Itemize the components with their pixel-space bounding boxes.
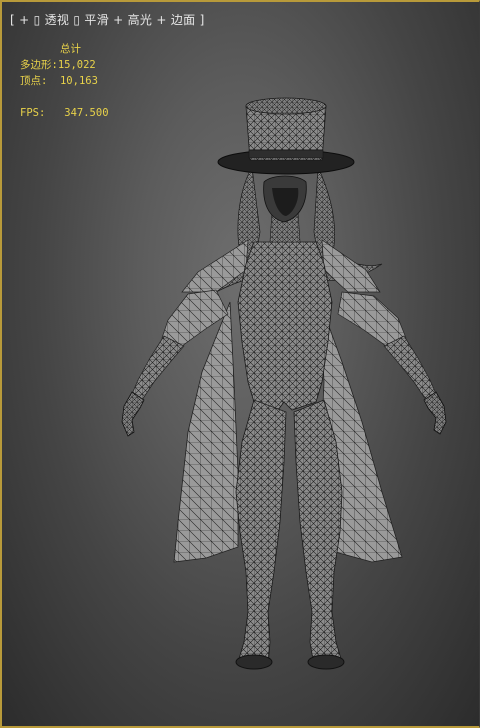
left-leg: [235, 399, 287, 667]
stats-spacer: [20, 89, 109, 105]
stats-fps-label: FPS:: [20, 107, 46, 119]
left-shoe: [235, 654, 273, 670]
label-close-bracket: ]: [199, 13, 205, 27]
hat-top: [245, 97, 327, 115]
viewport-label: [ + ▯ 透视 ▯ 平滑 + 高光 + 边面 ]: [10, 11, 205, 28]
stats-verts-value: 10,163: [59, 75, 98, 87]
label-sep1: ▯: [33, 13, 41, 27]
right-shoe: [307, 654, 345, 670]
viewport-highlight-menu[interactable]: 高光: [128, 13, 153, 27]
label-open-bracket: [: [10, 13, 15, 27]
viewport-shading-menu[interactable]: 平滑: [84, 13, 109, 27]
viewport-perspective[interactable]: [ + ▯ 透视 ▯ 平滑 + 高光 + 边面 ] 总计 多边形:15,022 …: [0, 0, 480, 728]
stats-verts-label: 顶点:: [20, 75, 48, 87]
right-sleeve: [337, 291, 407, 347]
viewport-general-menu[interactable]: +: [19, 13, 29, 27]
viewport-edged-faces-menu[interactable]: 边面: [171, 13, 196, 27]
statistics-overlay: 总计 多边形:15,022 顶点: 10,163 FPS: 347.500: [20, 41, 109, 121]
label-sep2: ▯: [73, 13, 81, 27]
stats-fps-value: 347.500: [64, 107, 109, 119]
stats-verts-row: 顶点: 10,163: [20, 73, 109, 89]
right-forearm: [383, 335, 437, 401]
stats-fps-row: FPS: 347.500: [20, 105, 109, 121]
label-plus2: +: [113, 13, 124, 27]
stats-polys-row: 多边形:15,022: [20, 57, 109, 73]
left-forearm: [131, 335, 185, 401]
right-hand: [423, 391, 447, 435]
stats-polys-value: 15,022: [57, 59, 96, 71]
stats-polys-label: 多边形:: [20, 59, 58, 71]
hat-band: [248, 149, 324, 159]
left-hand: [121, 391, 145, 437]
collar-left: [181, 239, 249, 293]
stats-header: 总计: [60, 43, 81, 55]
torso: [237, 241, 333, 411]
viewport-view-menu[interactable]: 透视: [45, 13, 70, 27]
label-plus3: +: [156, 13, 167, 27]
right-leg: [293, 399, 343, 667]
